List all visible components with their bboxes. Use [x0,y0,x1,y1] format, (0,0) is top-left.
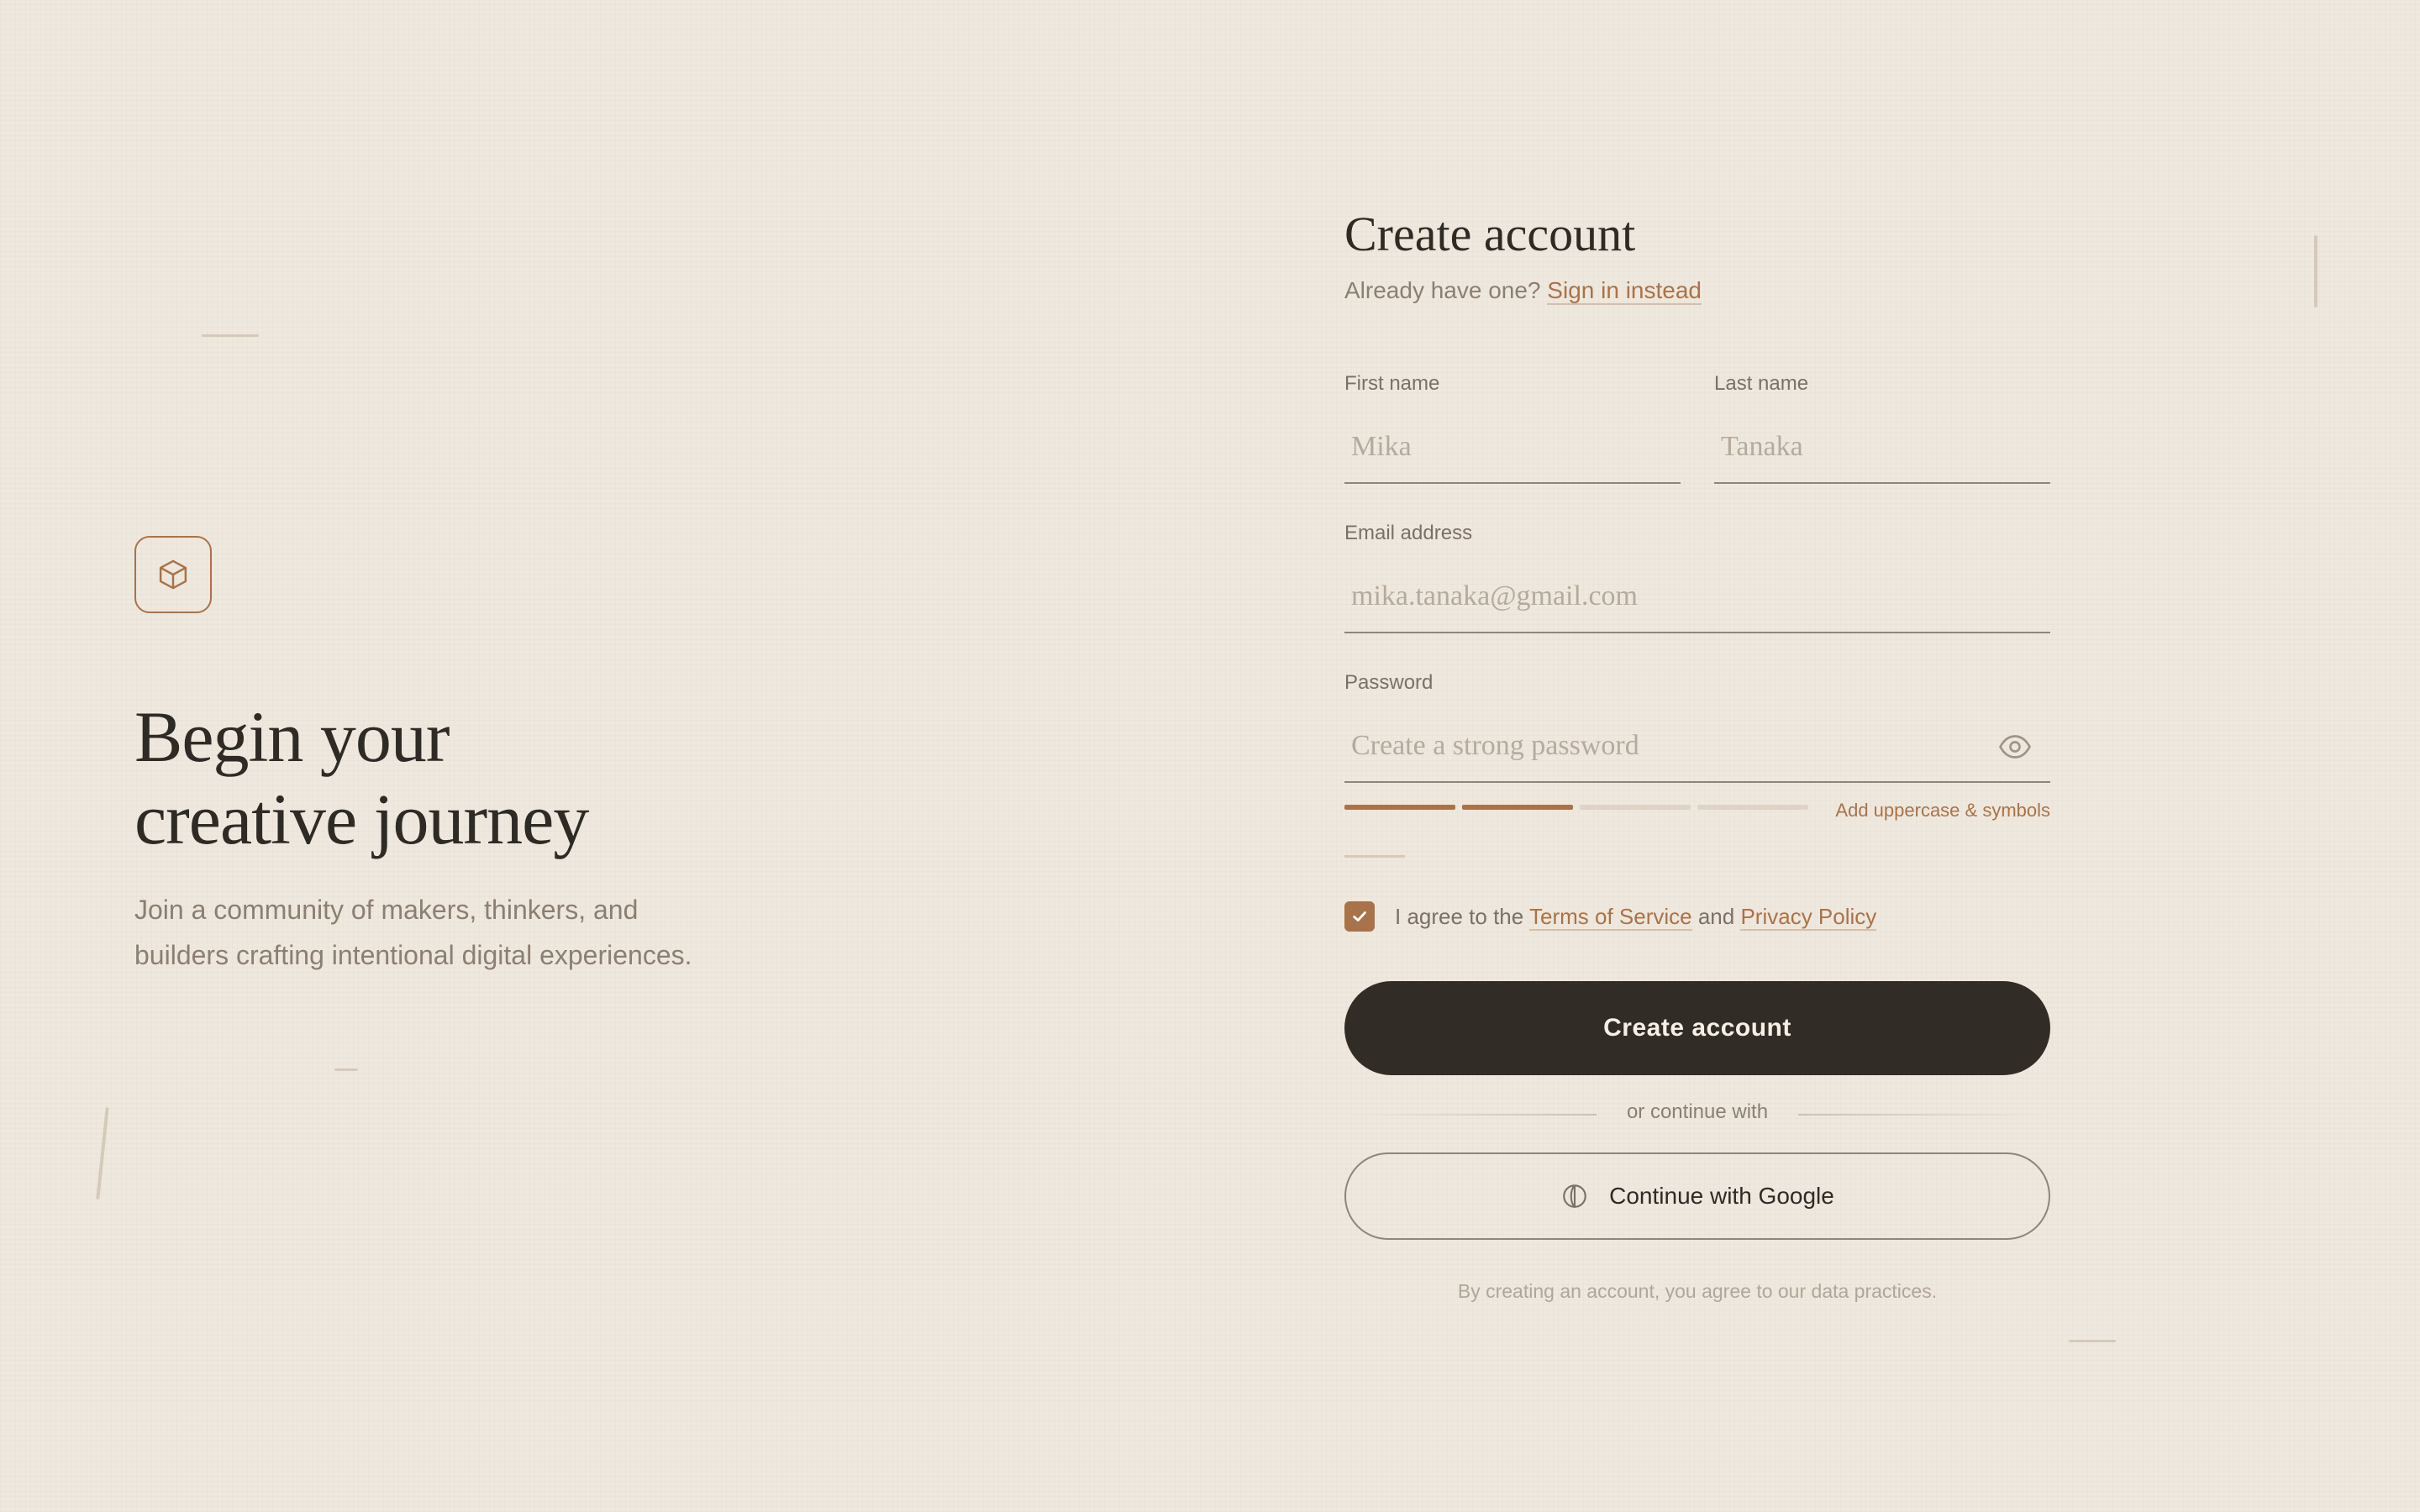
signup-page: Begin your creative journey Join a commu… [0,0,2420,1512]
hero-headline: Begin your creative journey [134,696,807,860]
create-account-button[interactable]: Create account [1344,981,2050,1075]
signin-prompt: Already have one? [1344,277,1541,303]
decor-rule [1344,855,1405,858]
hero-subtext: Join a community of makers, thinkers, an… [134,895,692,970]
footnote: By creating an account, you agree to our… [1457,1280,1938,1302]
form-title: Create account [1344,207,1636,261]
strength-segment-1 [1344,805,1455,810]
decor-scratch [202,334,259,337]
cube-icon [159,559,187,590]
agree-text: I agree to the Terms of Service and Priv… [1395,904,1877,931]
email-field [1344,561,2050,633]
brand-logo [134,536,212,613]
divider: or continue with [1344,1100,2050,1127]
decor-scratch [2314,235,2317,307]
last-name-field [1714,412,2050,484]
signin-link[interactable]: Sign in instead [1547,277,1702,305]
strength-segment-4 [1697,805,1808,810]
google-signin-button[interactable]: Continue with Google [1344,1152,2050,1240]
strength-segment-2 [1462,805,1573,810]
hero-headline-line1: Begin your [134,696,450,777]
terms-link[interactable]: Terms of Service [1529,904,1692,931]
eye-icon[interactable] [1998,732,2032,761]
password-strength-meter: Add uppercase & symbols [1344,800,2050,822]
email-label: Email address [1344,522,1473,544]
first-name-field [1344,412,1681,484]
signin-prompt-row: Already have one? Sign in instead [1344,277,1702,305]
check-icon [1353,911,1366,921]
strength-segment-3 [1580,805,1691,810]
last-name-label: Last name [1714,372,1809,395]
agree-prefix: I agree to the [1395,904,1524,929]
globe-icon [1563,1184,1586,1208]
decor-scratch [2069,1340,2116,1342]
agree-and: and [1697,904,1735,929]
strength-hint: Add uppercase & symbols [1835,800,2050,821]
hero-headline-line2: creative journey [134,779,589,859]
email-input[interactable] [1344,561,2050,632]
agree-checkbox[interactable] [1344,901,1375,932]
last-name-input[interactable] [1714,412,2050,482]
password-input[interactable] [1344,711,2050,781]
first-name-input[interactable] [1344,412,1681,482]
google-button-label: Continue with Google [1609,1183,1834,1209]
decor-scratch [334,1068,358,1071]
first-name-label: First name [1344,372,1440,395]
password-field [1344,711,2050,783]
decor-scratch [96,1107,109,1200]
privacy-link[interactable]: Privacy Policy [1740,904,1877,931]
password-label: Password [1344,671,1434,694]
divider-label: or continue with [1626,1100,1769,1123]
